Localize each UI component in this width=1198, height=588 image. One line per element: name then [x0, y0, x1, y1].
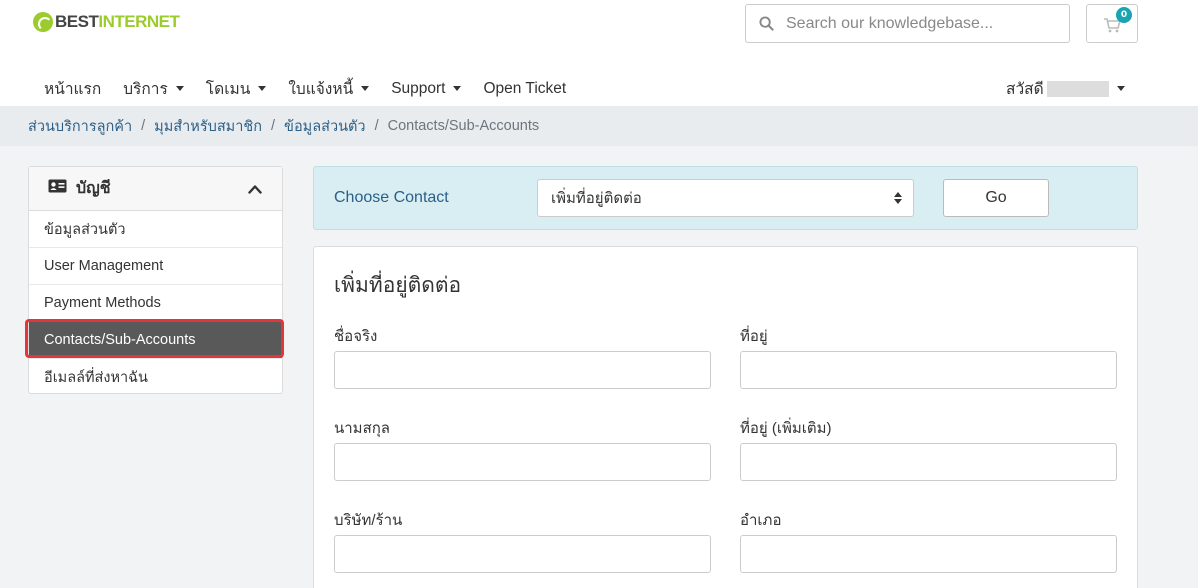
breadcrumb-link-profile[interactable]: ข้อมูลส่วนตัว: [284, 115, 366, 138]
address2-label: ที่อยู่ (เพิ่มเติม): [740, 420, 832, 437]
main-nav: หน้าแรก บริการ โดเมน ใบแจ้งหนี้ Support …: [33, 76, 577, 101]
nav-item-open-ticket[interactable]: Open Ticket: [483, 80, 566, 98]
company-input[interactable]: [334, 535, 711, 573]
chevron-up-icon[interactable]: [248, 181, 262, 199]
breadcrumb-separator: /: [271, 118, 276, 134]
district-input[interactable]: [740, 535, 1117, 573]
account-sidebar: บัญชี ข้อมูลส่วนตัว User Management Paym…: [28, 166, 283, 394]
breadcrumb: ส่วนบริการลูกค้า / มุมสำหรับสมาชิก / ข้อ…: [0, 106, 1198, 146]
breadcrumb-current: Contacts/Sub-Accounts: [387, 118, 540, 134]
breadcrumb-link-member-corner[interactable]: มุมสำหรับสมาชิก: [154, 115, 262, 138]
sidebar-item-emails[interactable]: อีเมลล์ที่ส่งหาฉัน: [29, 359, 282, 396]
id-card-icon: [48, 179, 67, 198]
logo-icon: [33, 12, 53, 32]
cart-count-badge: 0: [1116, 7, 1132, 23]
nav-item-home[interactable]: หน้าแรก: [44, 76, 101, 101]
select-arrows-icon: [894, 192, 902, 204]
caret-down-icon: [175, 86, 184, 91]
caret-down-icon: [361, 86, 370, 91]
add-contact-form: เพิ่มที่อยู่ติดต่อ ชื่อจริง ที่อยู่ นามส…: [313, 246, 1138, 588]
company-label: บริษัท/ร้าน: [334, 512, 403, 529]
form-title: เพิ่มที่อยู่ติดต่อ: [334, 274, 462, 297]
sidebar-item-user-management[interactable]: User Management: [29, 248, 282, 285]
address-input[interactable]: [740, 351, 1117, 389]
sidebar-item-profile[interactable]: ข้อมูลส่วนตัว: [29, 211, 282, 248]
sidebar-item-contacts[interactable]: Contacts/Sub-Accounts: [29, 322, 282, 359]
nav-item-domains[interactable]: โดเมน: [206, 76, 267, 101]
caret-down-icon: [1116, 86, 1125, 91]
contact-select-value: เพิ่มที่อยู่ติดต่อ: [551, 190, 642, 207]
breadcrumb-separator: /: [374, 118, 379, 134]
first-name-input[interactable]: [334, 351, 711, 389]
go-button[interactable]: Go: [943, 179, 1049, 217]
last-name-label: นามสกุล: [334, 420, 390, 437]
search-input[interactable]: [786, 14, 1056, 33]
brand-name: BESTINTERNET: [55, 12, 180, 31]
cart-button[interactable]: 0: [1086, 4, 1138, 43]
address-label: ที่อยู่: [740, 328, 768, 345]
first-name-label: ชื่อจริง: [334, 328, 378, 345]
breadcrumb-link-client-area[interactable]: ส่วนบริการลูกค้า: [28, 115, 132, 138]
district-label: อำเภอ: [740, 512, 782, 529]
brand-logo[interactable]: BESTINTERNET: [33, 12, 180, 32]
nav-item-billing[interactable]: ใบแจ้งหนี้: [288, 76, 370, 101]
breadcrumb-separator: /: [141, 118, 146, 134]
choose-contact-label: Choose Contact: [334, 189, 449, 206]
sidebar-item-payment-methods[interactable]: Payment Methods: [29, 285, 282, 322]
search-box: [745, 4, 1070, 43]
caret-down-icon: [453, 86, 462, 91]
sidebar-title: บัญชี: [76, 180, 111, 197]
choose-contact-panel: Choose Contact เพิ่มที่อยู่ติดต่อ Go: [313, 166, 1138, 230]
address2-input[interactable]: [740, 443, 1117, 481]
site-header: BESTINTERNET 0 หน้าแรก บริการ โดเมน ใบแจ…: [0, 0, 1198, 106]
contact-select[interactable]: เพิ่มที่อยู่ติดต่อ: [537, 179, 914, 217]
nav-item-support[interactable]: Support: [391, 80, 462, 98]
sidebar-header[interactable]: บัญชี: [29, 167, 282, 211]
last-name-input[interactable]: [334, 443, 711, 481]
greeting-text: สวัสดี: [1006, 81, 1044, 98]
redacted-username: [1046, 80, 1109, 97]
user-menu[interactable]: สวัสดี: [1006, 76, 1125, 101]
caret-down-icon: [258, 86, 267, 91]
search-icon: [746, 16, 786, 31]
nav-item-services[interactable]: บริการ: [123, 76, 184, 101]
